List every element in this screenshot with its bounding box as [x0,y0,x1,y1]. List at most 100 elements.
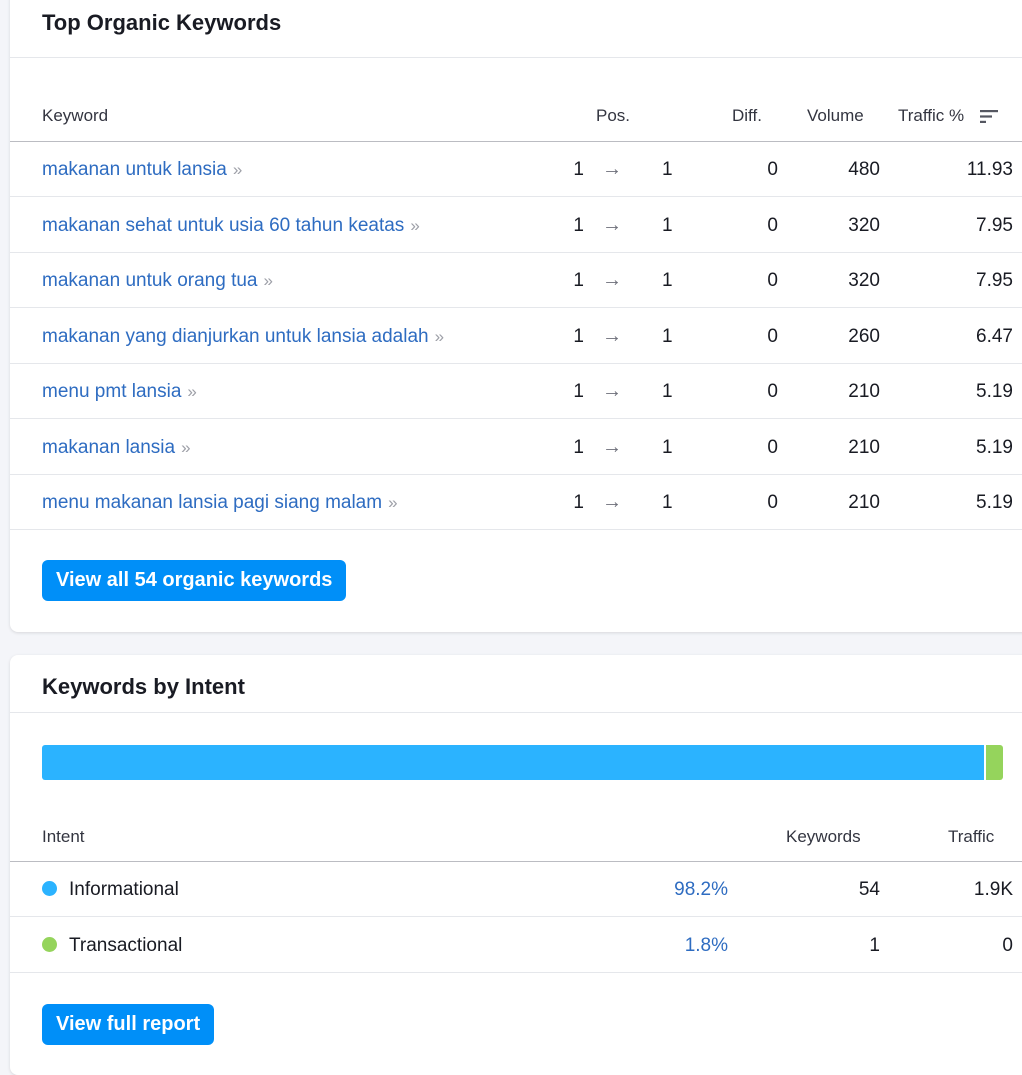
position-previous: 1 [573,492,584,513]
difficulty-value: 0 [767,436,778,458]
intent-share-percent[interactable]: 1.8% [610,918,728,973]
position-previous: 1 [573,436,584,458]
position-current: 1 [662,436,673,458]
intent-row: Transactional 1.8% 1 0 [10,918,1022,973]
intent-traffic-value: 0 [1002,935,1013,956]
intent-keywords-count: 1 [869,935,880,956]
double-chevron-right-icon[interactable]: » [264,271,274,290]
sort-descending-icon[interactable] [980,109,999,124]
position-current: 1 [662,381,673,402]
keyword-link[interactable]: makanan yang dianjurkan untuk lansia ada… [42,309,445,364]
keyword-text[interactable]: makanan untuk orang tua [42,270,258,291]
keyword-text[interactable]: makanan lansia [42,437,175,458]
double-chevron-right-icon[interactable]: » [435,327,445,346]
column-header-pos: Pos. [596,106,631,125]
table-row: menu pmt lansia » 1 → 1 0 210 5.19 [10,364,1022,419]
traffic-percent-value: 5.19 [976,436,1013,458]
double-chevron-right-icon[interactable]: » [410,216,420,235]
intent-bar-segment-transactional[interactable] [985,745,1003,780]
intent-color-dot-icon [42,937,57,952]
position-current: 1 [662,159,673,180]
position-previous: 1 [573,325,584,347]
keyword-link[interactable]: menu makanan lansia pagi siang malam » [42,475,398,530]
column-header-volume: Volume [807,106,864,125]
difficulty-value: 0 [767,492,778,513]
table-row: makanan yang dianjurkan untuk lansia ada… [10,309,1022,364]
card-title: Top Organic Keywords [42,10,282,35]
volume-value: 480 [848,159,880,180]
table-row: menu makanan lansia pagi siang malam » 1 → 1… [10,475,1022,530]
keyword-link[interactable]: makanan untuk orang tua » [42,253,274,308]
keyword-text[interactable]: makanan sehat untuk usia 60 tahun keatas [42,215,404,236]
column-header-intent: Intent [42,827,85,846]
position-previous: 1 [573,381,584,402]
intent-share-percent[interactable]: 98.2% [610,862,728,917]
double-chevron-right-icon[interactable]: » [388,493,398,512]
difficulty-value: 0 [767,270,778,291]
card-title: Keywords by Intent [42,674,245,699]
position-current: 1 [662,325,673,347]
keyword-text[interactable]: makanan untuk lansia [42,159,227,180]
traffic-percent-value: 11.93 [966,159,1013,180]
intent-name: Informational [69,879,179,900]
intent-label: Transactional [42,918,182,973]
position-previous: 1 [573,270,584,291]
difficulty-value: 0 [767,381,778,402]
keyword-link[interactable]: makanan lansia » [42,420,191,475]
volume-value: 210 [848,492,880,513]
table-row: makanan sehat untuk usia 60 tahun keatas… [10,198,1022,253]
keyword-link[interactable]: makanan untuk lansia » [42,142,243,197]
top-organic-keywords-card: Top Organic Keywords Keyword Pos. Diff. … [10,0,1022,632]
intent-name: Transactional [69,935,183,956]
view-all-keywords-button[interactable]: View all 54 organic keywords [42,560,347,601]
traffic-percent-value: 7.95 [976,270,1013,291]
arrow-right-icon: → [602,213,622,236]
column-header-diff: Diff. [732,106,762,125]
volume-value: 320 [848,270,880,291]
keyword-text[interactable]: menu pmt lansia [42,381,181,402]
view-full-report-button[interactable]: View full report [42,1004,215,1045]
column-header-keywords: Keywords [786,827,861,846]
intent-bar-segment-informational[interactable] [42,745,984,780]
traffic-percent-value: 7.95 [976,214,1013,236]
keyword-link[interactable]: menu pmt lansia » [42,364,197,419]
volume-value: 260 [848,325,880,347]
column-header-traffic[interactable]: Traffic % [898,106,964,126]
intent-color-dot-icon [42,881,57,896]
intent-row: Informational 98.2% 54 1.9K [10,862,1022,917]
card-header: Top Organic Keywords [10,0,1022,58]
arrow-right-icon: → [602,269,622,291]
arrow-right-icon: → [602,158,622,180]
table-row: makanan lansia » 1 → 1 0 210 5.19 [10,420,1022,475]
table-row: makanan untuk orang tua » 1 → 1 0 320 7.95 [10,253,1022,308]
traffic-percent-value: 6.47 [976,325,1013,347]
difficulty-value: 0 [767,159,778,180]
card-header: Keywords by Intent [10,655,1022,713]
traffic-percent-value: 5.19 [976,381,1013,402]
double-chevron-right-icon[interactable]: » [233,160,243,179]
arrow-right-icon: → [602,491,622,513]
volume-value: 320 [848,214,880,236]
intent-label: Informational [42,862,179,917]
table-row: makanan untuk lansia » 1 → 1 0 480 11.93 [10,142,1022,197]
arrow-right-icon: → [602,380,622,402]
double-chevron-right-icon[interactable]: » [187,382,197,401]
intent-distribution-bar[interactable] [42,745,1003,780]
column-header-keyword: Keyword [42,106,109,125]
keyword-link[interactable]: makanan sehat untuk usia 60 tahun keatas… [42,198,420,253]
volume-value: 210 [848,381,880,402]
column-header-traffic: Traffic [948,827,995,846]
keywords-by-intent-card: Keywords by Intent Intent Keywords Traff… [10,655,1022,1075]
traffic-percent-value: 5.19 [976,492,1013,513]
intent-traffic-value: 1.9K [973,879,1013,900]
keyword-text[interactable]: menu makanan lansia pagi siang malam [42,492,382,513]
difficulty-value: 0 [767,325,778,347]
keyword-text[interactable]: makanan yang dianjurkan untuk lansia ada… [42,326,429,347]
double-chevron-right-icon[interactable]: » [181,438,191,457]
arrow-right-icon: → [602,324,622,347]
position-current: 1 [662,492,673,513]
position-current: 1 [662,270,673,291]
position-previous: 1 [573,159,584,180]
arrow-right-icon: → [602,435,622,458]
intent-keywords-count: 54 [858,879,880,900]
